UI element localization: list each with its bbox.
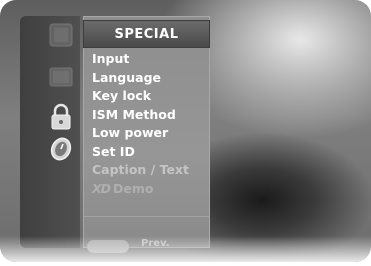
- menu-item-caption-text[interactable]: Caption / Text: [83, 161, 210, 180]
- menu-item-low-power[interactable]: Low power: [83, 124, 210, 143]
- tv-screen: SPECIAL Input Language Key lock ISM Meth…: [0, 0, 371, 262]
- menu-item-input[interactable]: Input: [83, 50, 210, 69]
- lock-icon[interactable]: [44, 102, 78, 132]
- menu-item-set-id[interactable]: Set ID: [83, 143, 210, 162]
- menu-item-language[interactable]: Language: [83, 69, 210, 88]
- prev-button[interactable]: [87, 240, 129, 253]
- menu-item-ism-method[interactable]: ISM Method: [83, 106, 210, 125]
- menu-title: SPECIAL: [83, 20, 210, 48]
- special-menu-panel: SPECIAL Input Language Key lock ISM Meth…: [83, 16, 210, 253]
- menu-item-xd-demo-label: Demo: [113, 180, 154, 196]
- menu-item-key-lock[interactable]: Key lock: [83, 87, 210, 106]
- prev-label: Prev.: [141, 238, 170, 249]
- menu-divider: [83, 216, 210, 217]
- screen-icon[interactable]: [44, 62, 78, 92]
- picture-icon[interactable]: [44, 20, 78, 50]
- xd-logo: XD: [92, 180, 111, 196]
- menu-icon-column: [20, 16, 80, 248]
- clock-icon[interactable]: [44, 134, 78, 164]
- menu-item-xd-demo[interactable]: XD Demo: [83, 180, 210, 199]
- menu-list: Input Language Key lock ISM Method Low p…: [83, 50, 210, 198]
